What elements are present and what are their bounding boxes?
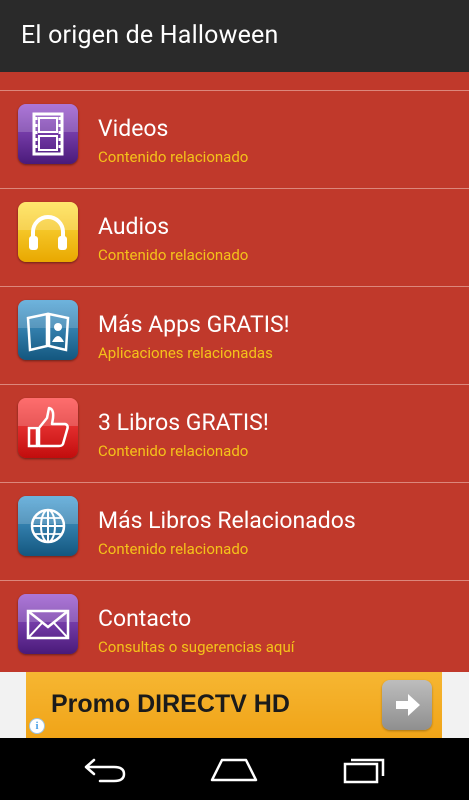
menu-item-label: Audios xyxy=(98,213,170,240)
menu-item-label: Contacto xyxy=(98,605,192,632)
ad-arrow-button[interactable] xyxy=(382,680,432,730)
menu-item-audios[interactable]: Audios Contenido relacionado xyxy=(0,189,469,287)
menu-item-more-apps[interactable]: Más Apps GRATIS! Aplicaciones relacionad… xyxy=(0,287,469,385)
menu-item-subtitle: Contenido relacionado xyxy=(98,246,249,264)
arrow-right-icon xyxy=(396,694,420,716)
headphones-icon xyxy=(18,202,78,262)
navigation-bar xyxy=(0,738,469,800)
ad-banner-area: Promo DIRECTV HD xyxy=(0,672,469,738)
film-icon xyxy=(18,104,78,164)
menu-item-free-books[interactable]: 3 Libros GRATIS! Contenido relacionado xyxy=(0,385,469,483)
app-bar: El origen de Halloween xyxy=(0,0,469,72)
menu-item-subtitle: Contenido relacionado xyxy=(98,540,249,558)
globe-icon xyxy=(18,496,78,556)
menu-list: Videos Contenido relacionado Audios Cont… xyxy=(0,72,469,672)
recent-apps-button[interactable] xyxy=(334,750,394,790)
menu-item-subtitle: Contenido relacionado xyxy=(98,148,249,166)
book-icon xyxy=(18,300,78,360)
ad-text: Promo DIRECTV HD xyxy=(51,690,290,718)
menu-item-subtitle: Aplicaciones relacionadas xyxy=(98,344,273,362)
back-button[interactable] xyxy=(74,750,134,790)
menu-item-label: Videos xyxy=(98,115,169,142)
recent-apps-icon xyxy=(343,758,385,784)
app-title: El origen de Halloween xyxy=(21,21,279,50)
ad-info-icon[interactable]: i xyxy=(29,718,45,734)
menu-item-label: 3 Libros GRATIS! xyxy=(98,409,269,436)
menu-item-subtitle: Consultas o sugerencias aquí xyxy=(98,638,295,656)
ad-banner[interactable]: Promo DIRECTV HD xyxy=(26,672,442,738)
menu-item-related-books[interactable]: Más Libros Relacionados Contenido relaci… xyxy=(0,483,469,581)
menu-item-contact[interactable]: Contacto Consultas o sugerencias aquí xyxy=(0,581,469,679)
back-icon xyxy=(84,758,126,783)
menu-item-videos[interactable]: Videos Contenido relacionado xyxy=(0,91,469,189)
mail-icon xyxy=(18,594,78,654)
menu-item-label: Más Libros Relacionados xyxy=(98,507,356,534)
thumbs-up-icon xyxy=(18,398,78,458)
home-button[interactable] xyxy=(204,750,264,790)
home-icon xyxy=(210,758,258,782)
menu-item-label: Más Apps GRATIS! xyxy=(98,311,290,338)
menu-item-subtitle: Contenido relacionado xyxy=(98,442,249,460)
